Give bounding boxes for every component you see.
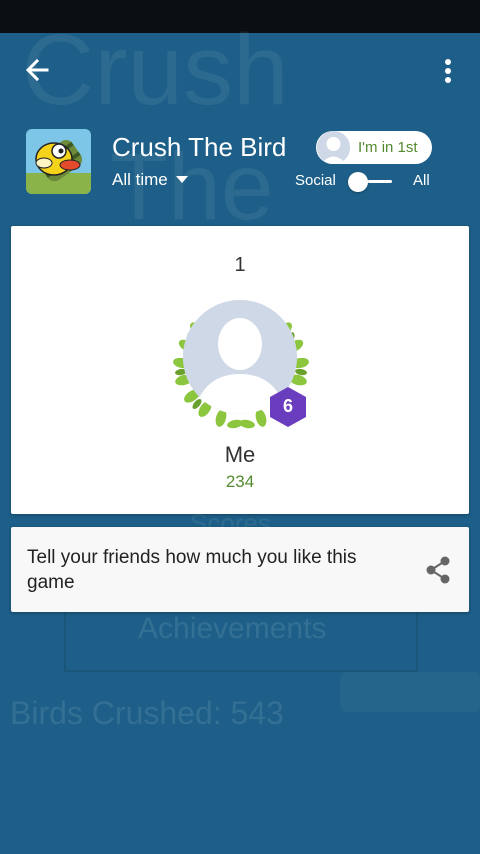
caret-down-icon	[175, 176, 188, 183]
time-filter-label: All time	[112, 170, 168, 189]
time-filter-dropdown[interactable]: All time	[112, 170, 188, 190]
arrow-left-icon	[25, 58, 49, 82]
back-button[interactable]	[20, 55, 54, 85]
game-icon	[26, 129, 91, 194]
share-icon[interactable]	[423, 555, 453, 585]
more-vert-icon	[445, 59, 451, 83]
toggle-thumb	[348, 172, 368, 192]
background-title-line1: Crush	[22, 14, 289, 126]
background-birds-crushed: Birds Crushed: 543	[10, 695, 284, 731]
background-achievements-label: Achievements	[138, 612, 327, 645]
overflow-menu-button[interactable]	[436, 56, 460, 86]
background-tile	[340, 672, 480, 712]
game-title: Crush The Bird	[112, 132, 287, 162]
toggle-all-label: All	[413, 172, 430, 189]
avatar	[317, 131, 350, 164]
player-rank-pill: I'm in 1st	[316, 131, 432, 164]
player-level: 6	[282, 396, 293, 416]
toggle-social-label: Social	[295, 172, 336, 189]
player-rank-number: 1	[234, 254, 246, 276]
player-card[interactable]: 1 6 Me 234	[11, 226, 469, 514]
player-score: 234	[225, 472, 255, 491]
rank-text: I'm in 1st	[358, 139, 418, 156]
share-message: Tell your friends how much you like this…	[27, 547, 357, 593]
share-card[interactable]: Tell your friends how much you like this…	[11, 527, 469, 612]
player-name: Me	[224, 442, 256, 467]
social-all-toggle[interactable]	[348, 172, 394, 192]
